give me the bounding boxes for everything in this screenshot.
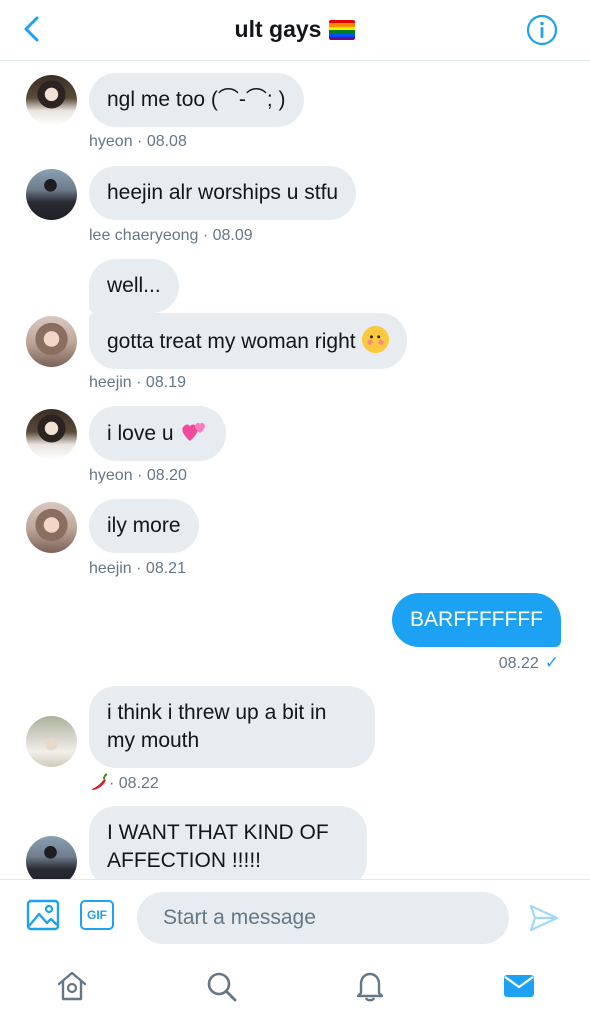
smiling-face-with-hearts-icon [361, 326, 389, 353]
message-bubble[interactable]: gotta treat my woman right [89, 313, 407, 369]
search-icon[interactable] [204, 969, 238, 1003]
message-text: I WANT THAT KIND OF AFFECTION !!!!! [107, 821, 329, 872]
avatar[interactable] [26, 409, 77, 460]
message-text: i think i threw up a bit in my mouth [107, 701, 327, 752]
message-bubble[interactable]: I WANT THAT KIND OF AFFECTION !!!!! [89, 806, 367, 879]
message-text: i love u [107, 422, 174, 445]
message-time: · 08.22 [109, 775, 159, 792]
message-text: well... [107, 274, 161, 297]
hot-pepper-icon [92, 773, 108, 790]
message-bubble[interactable]: ngl me too (⌒-⌒; ) [89, 73, 304, 127]
message-bubble[interactable]: i love u [89, 406, 226, 461]
image-icon[interactable] [26, 898, 60, 932]
message-text: ngl me too (⌒-⌒; ) [107, 88, 286, 111]
avatar[interactable] [26, 716, 77, 767]
message-meta: heejin · 08.19 [89, 374, 186, 391]
message-text: ily more [107, 514, 181, 537]
two-hearts-icon [181, 422, 205, 441]
message-list[interactable]: ngl me too (⌒-⌒; ) hyeon · 08.08 heejin … [0, 61, 590, 879]
message-meta: hyeon · 08.20 [89, 467, 187, 484]
avatar[interactable] [26, 75, 77, 126]
message-bubble[interactable]: well... [89, 259, 179, 313]
message-meta: heejin · 08.21 [89, 560, 186, 577]
tab-bar [0, 955, 590, 1024]
title-text: ult gays [234, 16, 322, 42]
sent-message-bubble[interactable]: BARFFFFFFF [392, 593, 561, 647]
message-meta: hyeon · 08.08 [89, 133, 187, 150]
send-icon[interactable] [528, 902, 560, 934]
avatar[interactable] [26, 502, 77, 553]
info-icon[interactable] [526, 14, 558, 46]
avatar[interactable] [26, 169, 77, 220]
message-bubble[interactable]: i think i threw up a bit in my mouth [89, 686, 375, 768]
avatar[interactable] [26, 836, 77, 879]
rainbow-flag-icon [329, 20, 356, 40]
message-text: heejin alr worships u stfu [107, 181, 339, 204]
message-bubble[interactable]: ily more [89, 499, 199, 553]
home-icon[interactable] [55, 969, 89, 1003]
message-text: gotta treat my woman right [107, 330, 356, 353]
checkmark-icon: ✓ [544, 653, 559, 672]
message-meta: lee chaeryeong · 08.09 [89, 227, 253, 244]
message-input[interactable] [137, 892, 509, 944]
message-bubble[interactable]: heejin alr worships u stfu [89, 166, 357, 220]
conversation-header: ult gays [0, 0, 590, 61]
bell-icon[interactable] [353, 969, 387, 1003]
message-text: BARFFFFFFF [410, 608, 543, 631]
conversation-title[interactable]: ult gays [0, 16, 590, 43]
avatar[interactable] [26, 316, 77, 367]
message-composer: GIF [0, 879, 590, 955]
message-time: 08.22 [498, 655, 539, 672]
mail-icon[interactable] [502, 969, 536, 1003]
gif-button[interactable]: GIF [80, 900, 114, 930]
message-meta: 08.22 ✓ [499, 653, 559, 673]
message-meta: · 08.22 [89, 773, 159, 793]
